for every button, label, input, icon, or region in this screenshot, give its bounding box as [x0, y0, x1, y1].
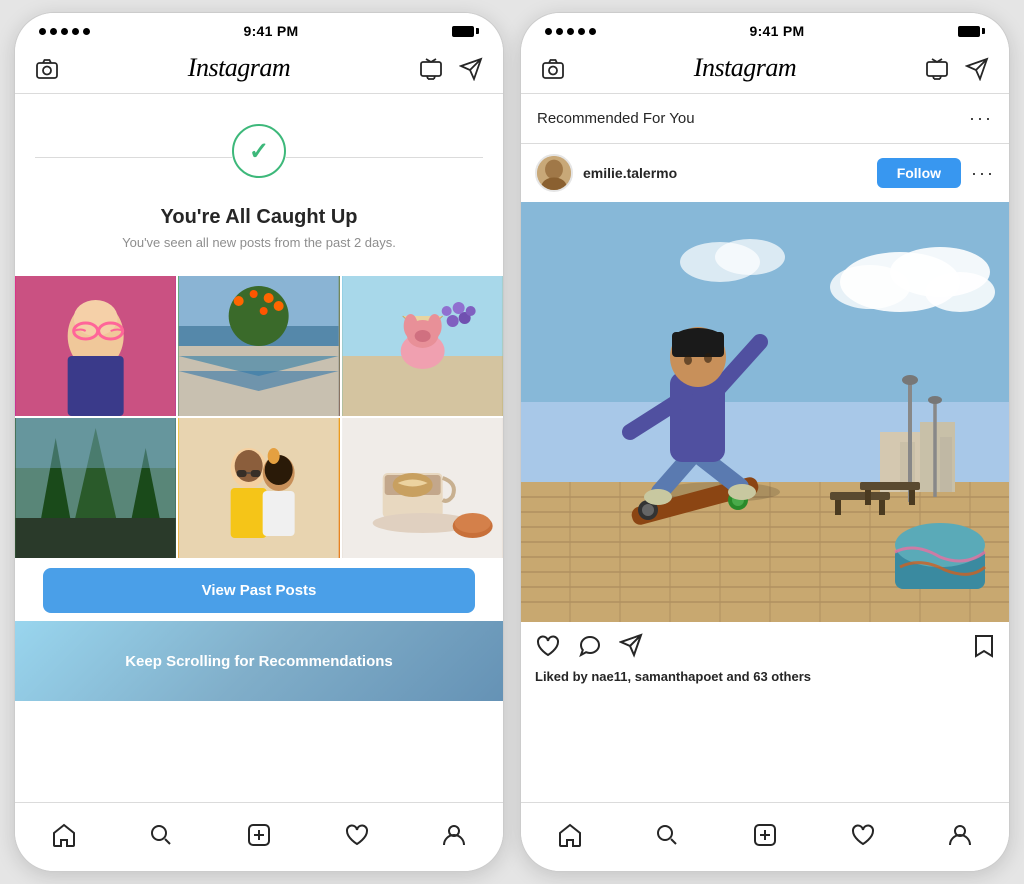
- right-phone: 9:41 PM Instagram: [520, 12, 1010, 872]
- keep-scrolling-text: Keep Scrolling for Recommendations: [125, 653, 393, 670]
- feed-right: Recommended For You ···: [521, 94, 1009, 802]
- recommended-header: Recommended For You ···: [521, 94, 1009, 144]
- tab-add-left[interactable]: [239, 815, 279, 855]
- nav-bar-right: Instagram: [521, 45, 1009, 94]
- grid-photo-1: [15, 276, 176, 416]
- tab-bar-right: [521, 802, 1009, 871]
- signal-dots-right: [545, 28, 596, 35]
- tab-search-left[interactable]: [141, 815, 181, 855]
- tab-heart-left[interactable]: [337, 815, 377, 855]
- likes-text: Liked by nae11, samanthapoet and 63 othe…: [521, 669, 1009, 694]
- grid-photo-4: [15, 418, 176, 558]
- camera-icon-right[interactable]: [541, 55, 565, 81]
- nav-right-left: [419, 55, 483, 81]
- caught-up-subtitle: You've seen all new posts from the past …: [122, 235, 396, 250]
- status-time-left: 9:41 PM: [243, 23, 298, 39]
- post-image: [521, 202, 1009, 622]
- post-more-button[interactable]: ···: [971, 163, 995, 184]
- tv-icon[interactable]: [419, 55, 443, 81]
- likes-count-text: and 63 others: [726, 669, 811, 684]
- follow-button[interactable]: Follow: [877, 158, 961, 188]
- divider-lines: ✓: [35, 124, 483, 190]
- post-actions: [521, 622, 1009, 669]
- caught-up-section: ✓ You're All Caught Up You've seen all n…: [15, 94, 503, 266]
- like-icon[interactable]: [535, 632, 561, 659]
- photo-grid: [15, 276, 503, 558]
- post-header-actions: Follow ···: [877, 158, 995, 188]
- tab-home-right[interactable]: [550, 815, 590, 855]
- battery-left: [452, 26, 479, 37]
- keep-scrolling-banner: Keep Scrolling for Recommendations: [15, 621, 503, 701]
- likes-users[interactable]: nae11, samanthapoet: [591, 669, 723, 684]
- tab-add-right[interactable]: [745, 815, 785, 855]
- view-past-posts-button[interactable]: View Past Posts: [43, 568, 475, 613]
- nav-right-right: [925, 55, 989, 81]
- recommended-title: Recommended For You: [537, 110, 695, 127]
- post-username[interactable]: emilie.talermo: [583, 165, 677, 181]
- tab-profile-right[interactable]: [940, 815, 980, 855]
- status-time-right: 9:41 PM: [749, 23, 804, 39]
- grid-photo-6: [342, 418, 503, 558]
- view-past-container: View Past Posts: [15, 568, 503, 613]
- likes-label: Liked by: [535, 669, 591, 684]
- left-phone: 9:41 PM Instagram: [14, 12, 504, 872]
- tab-search-right[interactable]: [647, 815, 687, 855]
- post-user-info: emilie.talermo: [535, 154, 677, 192]
- recommended-more-button[interactable]: ···: [969, 108, 993, 129]
- signal-dots: [39, 28, 90, 35]
- avatar-image: [537, 156, 571, 190]
- check-icon: ✓: [249, 137, 269, 166]
- phones-container: 9:41 PM Instagram: [14, 12, 1010, 872]
- tab-home-left[interactable]: [44, 815, 84, 855]
- feed-left: ✓ You're All Caught Up You've seen all n…: [15, 94, 503, 802]
- nav-bar-left: Instagram: [15, 45, 503, 94]
- caught-up-title: You're All Caught Up: [161, 206, 358, 229]
- send-icon[interactable]: [459, 55, 483, 81]
- comment-icon[interactable]: [577, 632, 603, 659]
- tab-profile-left[interactable]: [434, 815, 474, 855]
- camera-icon[interactable]: [35, 55, 59, 81]
- tv-icon-right[interactable]: [925, 55, 949, 81]
- post-header: emilie.talermo Follow ···: [521, 144, 1009, 202]
- status-bar-right: 9:41 PM: [521, 13, 1009, 45]
- grid-photo-3: [342, 276, 503, 416]
- check-circle: ✓: [232, 124, 286, 178]
- tab-bar-left: [15, 802, 503, 871]
- status-bar-left: 9:41 PM: [15, 13, 503, 45]
- bookmark-icon[interactable]: [973, 632, 995, 659]
- send-icon-right[interactable]: [965, 55, 989, 81]
- instagram-logo-right: Instagram: [694, 53, 796, 83]
- instagram-logo-left: Instagram: [188, 53, 290, 83]
- battery-right: [958, 26, 985, 37]
- tab-heart-right[interactable]: [843, 815, 883, 855]
- grid-photo-2: [178, 276, 339, 416]
- grid-photo-5: [178, 418, 339, 558]
- avatar[interactable]: [535, 154, 573, 192]
- post-actions-left: [535, 632, 645, 659]
- share-icon[interactable]: [619, 632, 645, 659]
